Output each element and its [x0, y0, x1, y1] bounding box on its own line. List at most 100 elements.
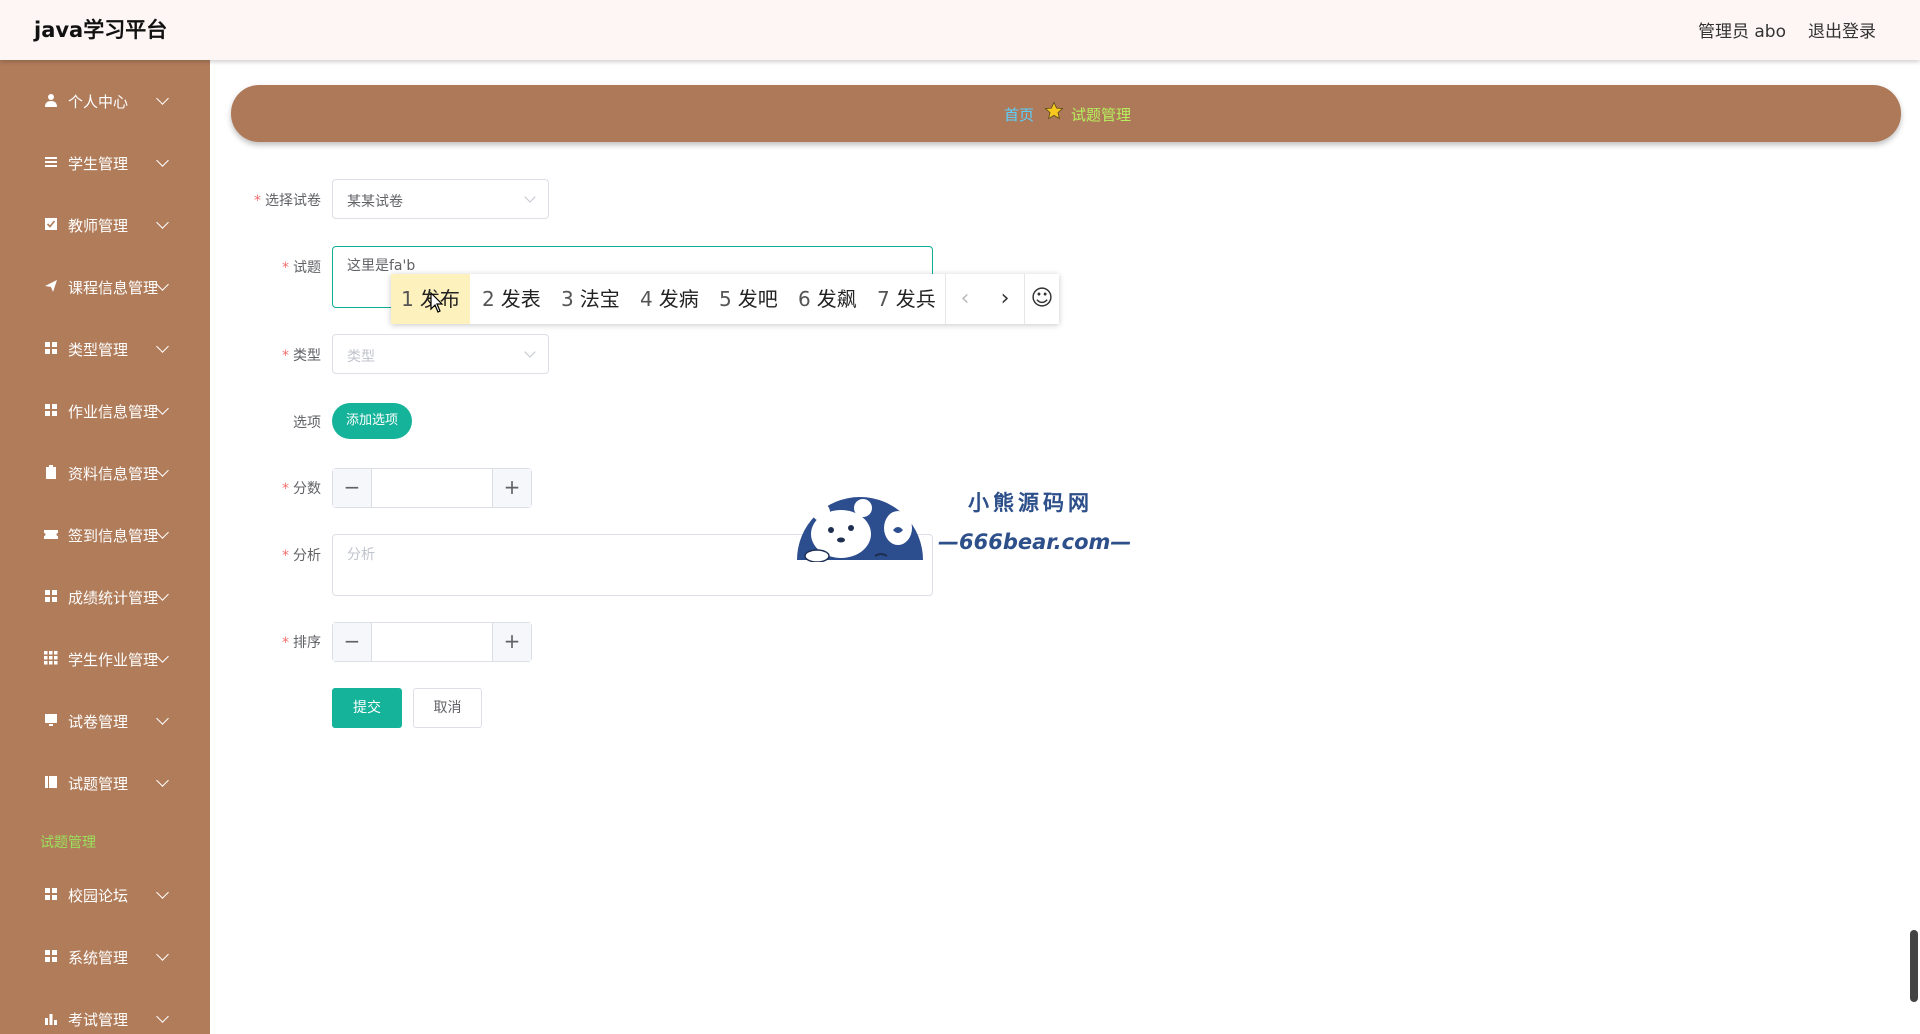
chevron-down-icon: [156, 340, 169, 353]
grid-icon: [45, 888, 57, 900]
score-stepper[interactable]: − +: [332, 468, 532, 508]
chevron-down-icon: [156, 886, 169, 899]
sidebar-item-exams[interactable]: 考试管理: [0, 999, 210, 1034]
sidebar-item-label: 系统管理: [68, 949, 129, 967]
chevron-down-icon: [156, 650, 169, 663]
score-input[interactable]: [373, 473, 495, 503]
sort-decrement-button[interactable]: −: [333, 623, 372, 661]
send-icon: [45, 280, 57, 292]
grid-icon: [45, 590, 57, 602]
sidebar-item-courses[interactable]: 课程信息管理: [0, 267, 210, 307]
question-text: 这里是fa'b: [347, 258, 416, 274]
sidebar-item-label: 学生管理: [68, 155, 129, 173]
sidebar-item-questions[interactable]: 试题管理: [0, 763, 210, 803]
sidebar-item-label: 教师管理: [68, 217, 129, 235]
chevron-down-icon: [156, 774, 169, 787]
monitor-icon: [45, 714, 57, 726]
chevron-down-icon: [156, 712, 169, 725]
admin-name: 管理员 abo: [1697, 22, 1786, 42]
chevron-down-icon: [156, 402, 169, 415]
score-increment-button[interactable]: +: [492, 469, 531, 507]
watermark-url: —666bear.com—: [938, 530, 1132, 554]
sidebar-item-homework[interactable]: 作业信息管理: [0, 391, 210, 431]
sidebar-item-system[interactable]: 系统管理: [0, 937, 210, 977]
grid-icon: [45, 950, 57, 962]
sidebar-item-label: 作业信息管理: [68, 403, 159, 421]
sidebar-item-label: 试卷管理: [68, 713, 129, 731]
score-label: * 分数: [282, 481, 321, 497]
chevron-down-icon: [156, 216, 169, 229]
chevron-down-icon: [156, 588, 169, 601]
sidebar-item-student-homework[interactable]: 学生作业管理: [0, 639, 210, 679]
ime-candidate[interactable]: 4 发病: [640, 274, 699, 324]
top-header: java学习平台 管理员 abo 退出登录: [0, 0, 1920, 60]
analysis-label: * 分析: [282, 548, 321, 564]
paper-label: * 选择试卷: [254, 193, 321, 209]
scrollbar-handle[interactable]: [1910, 930, 1918, 1002]
sort-label: * 排序: [282, 635, 321, 651]
sidebar-item-materials[interactable]: 资料信息管理: [0, 453, 210, 493]
breadcrumb-home[interactable]: 首页: [1004, 104, 1034, 125]
sidebar-item-forum[interactable]: 校园论坛: [0, 875, 210, 915]
sidebar-subitem-questions[interactable]: 试题管理: [40, 832, 96, 852]
app-title: java学习平台: [34, 18, 168, 42]
sidebar-item-label: 类型管理: [68, 341, 129, 359]
ime-next-page-icon[interactable]: ›: [985, 274, 1025, 324]
ime-candidate[interactable]: 6 发飙: [798, 274, 857, 324]
score-decrement-button[interactable]: −: [333, 469, 372, 507]
question-label: * 试题: [282, 260, 321, 276]
sidebar-item-papers[interactable]: 试卷管理: [0, 701, 210, 741]
sort-stepper[interactable]: − +: [332, 622, 532, 662]
sidebar-item-label: 签到信息管理: [68, 527, 159, 545]
paper-select[interactable]: 某某试卷: [332, 179, 549, 219]
sidebar-item-grades[interactable]: 成绩统计管理: [0, 577, 210, 617]
mouse-cursor-icon: [430, 292, 444, 313]
sidebar-item-types[interactable]: 类型管理: [0, 329, 210, 369]
options-label: 选项: [293, 415, 321, 431]
logout-link[interactable]: 退出登录: [1808, 17, 1876, 42]
sidebar-item-personal-center[interactable]: 个人中心: [0, 81, 210, 121]
ime-candidate[interactable]: 3 法宝: [561, 274, 620, 324]
watermark-title: 小熊源码网: [968, 491, 1093, 515]
sort-input[interactable]: [373, 627, 495, 657]
sidebar-item-teachers[interactable]: 教师管理: [0, 205, 210, 245]
sort-increment-button[interactable]: +: [492, 623, 531, 661]
sidebar: 个人中心 学生管理 教师管理 课程信息管理 类型管理 作业信息管理 资料信息管理…: [0, 60, 210, 1034]
bear-logo-icon: [797, 497, 923, 562]
apps-icon: [44, 651, 58, 665]
clipboard-icon: [46, 465, 56, 479]
chevron-down-icon: [156, 526, 169, 539]
sidebar-item-label: 成绩统计管理: [68, 589, 159, 607]
breadcrumb: 首页 试题管理: [231, 85, 1901, 142]
sidebar-item-label: 校园论坛: [68, 887, 129, 905]
sidebar-item-students[interactable]: 学生管理: [0, 143, 210, 183]
grid-icon: [45, 342, 57, 354]
chevron-down-icon: [156, 948, 169, 961]
paper-select-value: 某某试卷: [347, 194, 403, 210]
sidebar-item-checkin[interactable]: 签到信息管理: [0, 515, 210, 555]
type-select-placeholder: 类型: [347, 349, 375, 365]
add-option-button[interactable]: 添加选项: [332, 403, 412, 439]
analysis-placeholder: 分析: [347, 547, 375, 563]
cancel-button[interactable]: 取消: [413, 688, 482, 728]
sidebar-item-label: 试题管理: [68, 775, 129, 793]
ime-candidate[interactable]: 5 发吧: [719, 274, 778, 324]
ime-candidate-popup: 1 发布 2 发表 3 法宝 4 发病 5 发吧 6 发飙 7 发兵 ‹ › ☺: [391, 274, 1059, 324]
sidebar-item-label: 学生作业管理: [68, 651, 159, 669]
submit-button[interactable]: 提交: [332, 688, 402, 728]
grid-icon: [45, 404, 57, 416]
ime-prev-page-icon[interactable]: ‹: [945, 274, 985, 324]
chevron-down-icon: [156, 154, 169, 167]
chevron-down-icon: [156, 92, 169, 105]
ime-emoji-icon[interactable]: ☺: [1025, 274, 1059, 324]
type-select[interactable]: 类型: [332, 334, 549, 374]
sidebar-item-label: 课程信息管理: [68, 279, 159, 297]
ime-candidate[interactable]: 7 发兵: [877, 274, 936, 324]
ime-candidate[interactable]: 2 发表: [482, 274, 541, 324]
chevron-down-icon: [156, 1010, 169, 1023]
checkbox-icon: [45, 218, 57, 230]
chevron-down-icon: [156, 464, 169, 477]
sidebar-item-label: 资料信息管理: [68, 465, 159, 483]
sidebar-item-label: 考试管理: [68, 1011, 129, 1029]
list-icon: [45, 157, 57, 167]
